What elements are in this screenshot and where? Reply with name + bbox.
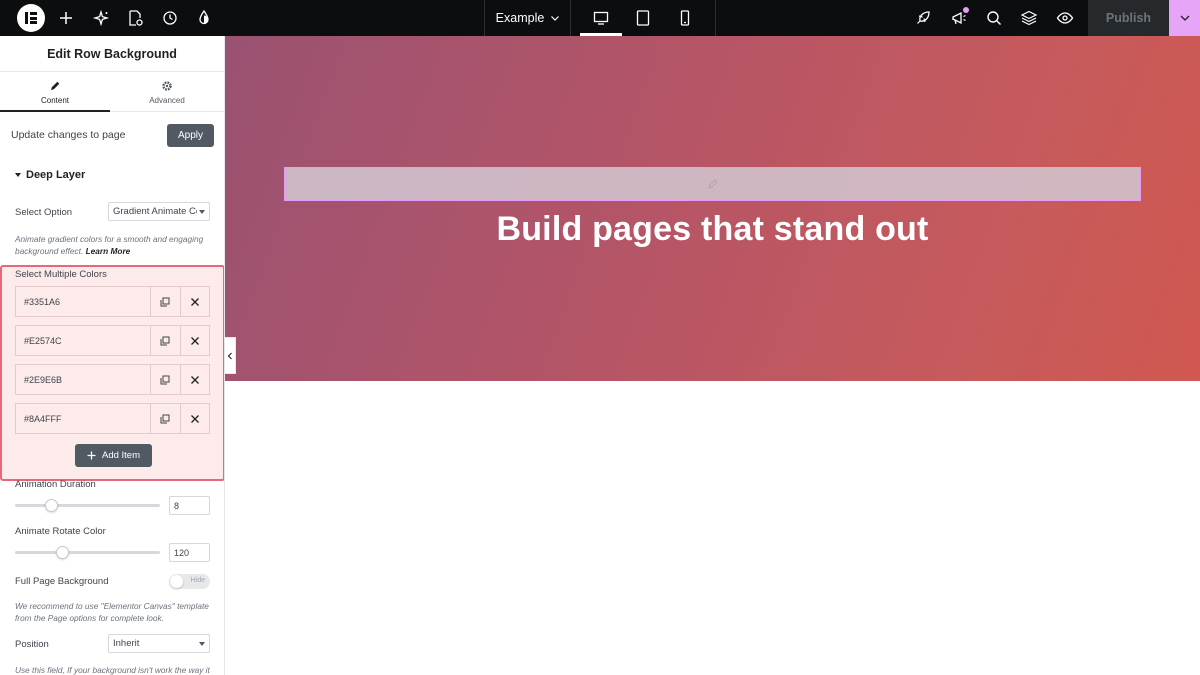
chevron-left-icon	[227, 352, 232, 359]
apply-button[interactable]: Apply	[167, 124, 214, 147]
tab-advanced-label: Advanced	[149, 95, 185, 105]
dropdown-arrow-icon	[199, 642, 205, 646]
duplicate-button[interactable]	[150, 404, 179, 433]
document-title-dropdown[interactable]: Example	[486, 0, 570, 36]
color-item[interactable]: #3351A6	[15, 286, 210, 317]
close-icon	[191, 297, 199, 306]
animate-rotate-label: Animate Rotate Color	[15, 526, 106, 537]
color-value: #2E9E6B	[24, 375, 63, 385]
pencil-icon	[707, 179, 718, 189]
preview-icon[interactable]	[1055, 8, 1075, 28]
chevron-down-icon	[551, 16, 560, 21]
structure-icon[interactable]	[1019, 8, 1039, 28]
collapse-panel-button[interactable]	[225, 337, 236, 374]
add-item-button[interactable]: Add Item	[75, 444, 152, 467]
update-changes-row: Update changes to page Apply	[11, 124, 214, 148]
full-page-toggle[interactable]: Hide	[169, 574, 210, 589]
position-value: Inherit	[113, 638, 140, 649]
publish-options-button[interactable]	[1169, 0, 1200, 36]
add-item-label: Add Item	[101, 450, 141, 461]
learn-more-link[interactable]: Learn More	[86, 246, 131, 256]
toggle-label: Hide	[190, 577, 205, 584]
ai-sparkle-icon[interactable]	[91, 8, 111, 28]
color-item[interactable]: #8A4FFF	[15, 403, 210, 434]
color-value: #8A4FFF	[24, 414, 62, 424]
copy-icon	[160, 414, 170, 423]
color-value: #E2574C	[24, 336, 62, 346]
close-icon	[191, 414, 199, 423]
remove-button[interactable]	[180, 365, 209, 394]
duplicate-button[interactable]	[150, 365, 179, 394]
toggle-knob	[170, 575, 183, 588]
duplicate-button[interactable]	[150, 287, 179, 316]
color-item[interactable]: #E2574C	[15, 325, 210, 356]
tab-advanced[interactable]: Advanced	[112, 72, 222, 112]
caret-down-icon	[15, 173, 21, 177]
hero-section[interactable]	[225, 36, 1200, 381]
copy-icon	[160, 297, 170, 306]
search-icon[interactable]	[984, 8, 1004, 28]
plus-icon	[87, 451, 96, 460]
site-settings-icon[interactable]	[194, 8, 214, 28]
copy-icon	[160, 336, 170, 345]
panel-title: Edit Row Background	[0, 36, 224, 72]
history-icon[interactable]	[160, 8, 180, 28]
gear-icon	[162, 80, 172, 91]
rocket-icon[interactable]	[913, 8, 933, 28]
animation-duration-input[interactable]: 8	[169, 496, 210, 515]
close-icon	[191, 336, 199, 345]
tab-content-label: Content	[40, 95, 70, 105]
document-title: Example	[495, 11, 545, 25]
select-option-value: Gradient Animate Cc	[113, 206, 197, 217]
duplicate-button[interactable]	[150, 326, 179, 355]
position-description: Use this field, If your background isn't…	[15, 665, 210, 675]
update-changes-label: Update changes to page	[11, 129, 126, 141]
copy-icon	[160, 375, 170, 384]
color-item[interactable]: #2E9E6B	[15, 364, 210, 395]
remove-button[interactable]	[180, 287, 209, 316]
full-page-description: We recommend to use "Elementor Canvas" t…	[15, 601, 209, 623]
select-option-dropdown[interactable]: Gradient Animate Cc	[108, 202, 210, 221]
color-value: #3351A6	[24, 297, 61, 307]
slider-handle[interactable]	[56, 546, 70, 559]
publish-button[interactable]: Publish	[1088, 0, 1169, 36]
colors-label: Select Multiple Colors	[15, 269, 107, 280]
position-dropdown[interactable]: Inherit	[108, 634, 210, 653]
desktop-icon[interactable]	[591, 8, 611, 28]
add-icon[interactable]	[56, 8, 76, 28]
elementor-logo-icon[interactable]	[17, 4, 45, 32]
remove-button[interactable]	[180, 404, 209, 433]
mobile-icon[interactable]	[675, 8, 695, 28]
top-bar: Example Publish	[0, 0, 1200, 36]
full-page-label: Full Page Background	[15, 576, 109, 587]
animate-rotate-input[interactable]: 120	[169, 543, 210, 562]
hero-headline: Build pages that stand out	[496, 210, 929, 248]
animation-duration-label: Animation Duration	[15, 479, 96, 490]
section-title: Deep Layer	[26, 169, 86, 181]
selected-widget-placeholder[interactable]	[284, 167, 1141, 201]
tab-content[interactable]: Content	[0, 72, 110, 112]
colors-repeater: Select Multiple Colors #3351A6 #E2574C #…	[0, 265, 224, 481]
close-icon	[191, 375, 199, 384]
animation-duration-slider[interactable]	[15, 504, 160, 507]
page-settings-icon[interactable]	[125, 8, 145, 28]
select-option-description: Animate gradient colors for a smooth and…	[15, 234, 204, 256]
remove-button[interactable]	[180, 326, 209, 355]
notification-dot	[963, 7, 969, 13]
select-option-label: Select Option	[15, 207, 73, 218]
animate-rotate-slider[interactable]	[15, 551, 160, 554]
active-tab-indicator	[0, 110, 110, 112]
tablet-icon[interactable]	[633, 8, 653, 28]
section-deep-layer[interactable]: Deep Layer	[15, 169, 85, 181]
pencil-icon	[51, 81, 60, 90]
dropdown-arrow-icon	[199, 210, 205, 214]
chevron-down-icon	[1180, 15, 1189, 21]
slider-handle[interactable]	[44, 499, 58, 512]
panel-tabs: Content Advanced	[0, 72, 224, 112]
position-label: Position	[15, 639, 49, 650]
editor-panel: Edit Row Background Content Advanced Upd…	[0, 36, 225, 675]
